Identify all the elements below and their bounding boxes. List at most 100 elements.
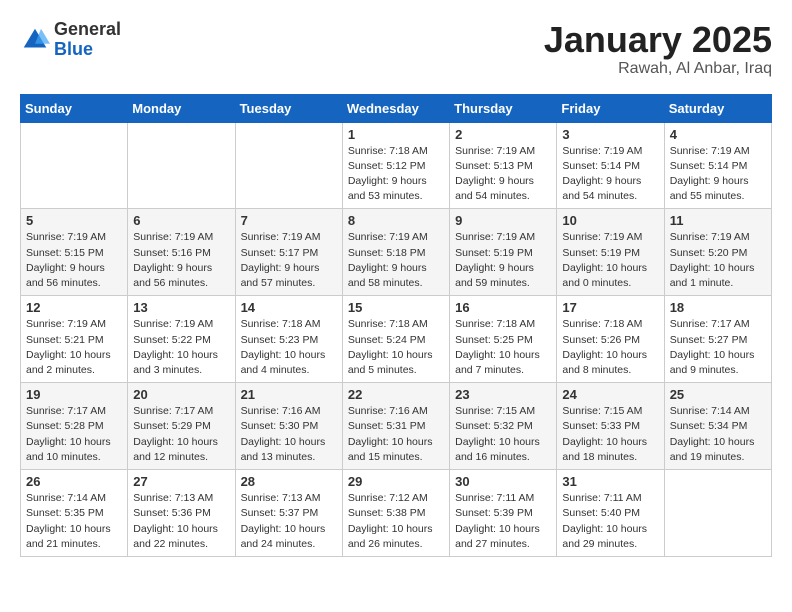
header-thursday: Thursday [450, 94, 557, 122]
calendar-cell: 25 Sunrise: 7:14 AM Sunset: 5:34 PM Dayli… [664, 383, 771, 470]
day-number: 23 [455, 387, 551, 402]
calendar-cell [21, 122, 128, 209]
calendar-cell: 31 Sunrise: 7:11 AM Sunset: 5:40 PM Dayli… [557, 470, 664, 557]
day-detail: Sunrise: 7:19 AM Sunset: 5:17 PM Dayligh… [241, 230, 337, 291]
day-detail: Sunrise: 7:18 AM Sunset: 5:25 PM Dayligh… [455, 317, 551, 378]
day-detail: Sunrise: 7:19 AM Sunset: 5:20 PM Dayligh… [670, 230, 766, 291]
day-detail: Sunrise: 7:19 AM Sunset: 5:15 PM Dayligh… [26, 230, 122, 291]
calendar-cell: 26 Sunrise: 7:14 AM Sunset: 5:35 PM Dayli… [21, 470, 128, 557]
day-detail: Sunrise: 7:11 AM Sunset: 5:40 PM Dayligh… [562, 491, 658, 552]
day-number: 12 [26, 300, 122, 315]
day-number: 24 [562, 387, 658, 402]
header-wednesday: Wednesday [342, 94, 449, 122]
calendar-cell: 4 Sunrise: 7:19 AM Sunset: 5:14 PM Daylig… [664, 122, 771, 209]
day-detail: Sunrise: 7:15 AM Sunset: 5:32 PM Dayligh… [455, 404, 551, 465]
day-number: 16 [455, 300, 551, 315]
calendar-cell: 6 Sunrise: 7:19 AM Sunset: 5:16 PM Daylig… [128, 209, 235, 296]
day-detail: Sunrise: 7:16 AM Sunset: 5:31 PM Dayligh… [348, 404, 444, 465]
calendar-cell: 22 Sunrise: 7:16 AM Sunset: 5:31 PM Dayli… [342, 383, 449, 470]
day-detail: Sunrise: 7:16 AM Sunset: 5:30 PM Dayligh… [241, 404, 337, 465]
calendar-week-1: 1 Sunrise: 7:18 AM Sunset: 5:12 PM Daylig… [21, 122, 772, 209]
calendar-cell: 12 Sunrise: 7:19 AM Sunset: 5:21 PM Dayli… [21, 296, 128, 383]
day-detail: Sunrise: 7:18 AM Sunset: 5:26 PM Dayligh… [562, 317, 658, 378]
calendar-cell: 18Sunrise: 7:17 AM Sunset: 5:27 PM Dayli… [664, 296, 771, 383]
calendar-cell: 1 Sunrise: 7:18 AM Sunset: 5:12 PM Daylig… [342, 122, 449, 209]
day-detail: Sunrise: 7:17 AM Sunset: 5:29 PM Dayligh… [133, 404, 229, 465]
day-number: 20 [133, 387, 229, 402]
day-number: 15 [348, 300, 444, 315]
day-number: 22 [348, 387, 444, 402]
day-detail: Sunrise: 7:19 AM Sunset: 5:19 PM Dayligh… [455, 230, 551, 291]
day-number: 13 [133, 300, 229, 315]
header-friday: Friday [557, 94, 664, 122]
calendar-title: January 2025 [544, 20, 772, 60]
day-number: 5 [26, 213, 122, 228]
calendar-cell [128, 122, 235, 209]
day-number: 27 [133, 474, 229, 489]
day-number: 6 [133, 213, 229, 228]
day-detail: Sunrise: 7:15 AM Sunset: 5:33 PM Dayligh… [562, 404, 658, 465]
calendar-cell: 19Sunrise: 7:17 AM Sunset: 5:28 PM Dayli… [21, 383, 128, 470]
calendar-cell: 2 Sunrise: 7:19 AM Sunset: 5:13 PM Daylig… [450, 122, 557, 209]
calendar-cell: 11 Sunrise: 7:19 AM Sunset: 5:20 PM Dayli… [664, 209, 771, 296]
calendar-cell: 17 Sunrise: 7:18 AM Sunset: 5:26 PM Dayli… [557, 296, 664, 383]
calendar-subtitle: Rawah, Al Anbar, Iraq [544, 60, 772, 78]
day-number: 30 [455, 474, 551, 489]
day-number: 31 [562, 474, 658, 489]
day-detail: Sunrise: 7:18 AM Sunset: 5:24 PM Dayligh… [348, 317, 444, 378]
day-number: 10 [562, 213, 658, 228]
day-detail: Sunrise: 7:19 AM Sunset: 5:14 PM Dayligh… [670, 144, 766, 205]
calendar-week-5: 26 Sunrise: 7:14 AM Sunset: 5:35 PM Dayli… [21, 470, 772, 557]
day-number: 28 [241, 474, 337, 489]
calendar-cell: 7 Sunrise: 7:19 AM Sunset: 5:17 PM Daylig… [235, 209, 342, 296]
calendar-cell: 29 Sunrise: 7:12 AM Sunset: 5:38 PM Dayli… [342, 470, 449, 557]
day-number: 25 [670, 387, 766, 402]
day-detail: Sunrise: 7:19 AM Sunset: 5:13 PM Dayligh… [455, 144, 551, 205]
day-detail: Sunrise: 7:14 AM Sunset: 5:34 PM Dayligh… [670, 404, 766, 465]
logo-icon [20, 25, 50, 55]
calendar-cell: 15 Sunrise: 7:18 AM Sunset: 5:24 PM Dayli… [342, 296, 449, 383]
day-detail: Sunrise: 7:13 AM Sunset: 5:37 PM Dayligh… [241, 491, 337, 552]
calendar-cell: 16 Sunrise: 7:18 AM Sunset: 5:25 PM Dayli… [450, 296, 557, 383]
calendar-table: SundayMondayTuesdayWednesdayThursdayFrid… [20, 94, 772, 557]
day-number: 7 [241, 213, 337, 228]
calendar-cell: 10Sunrise: 7:19 AM Sunset: 5:19 PM Dayli… [557, 209, 664, 296]
day-detail: Sunrise: 7:17 AM Sunset: 5:28 PM Dayligh… [26, 404, 122, 465]
day-number: 21 [241, 387, 337, 402]
calendar-week-4: 19Sunrise: 7:17 AM Sunset: 5:28 PM Dayli… [21, 383, 772, 470]
calendar-cell: 8 Sunrise: 7:19 AM Sunset: 5:18 PM Daylig… [342, 209, 449, 296]
calendar-cell: 3Sunrise: 7:19 AM Sunset: 5:14 PM Daylig… [557, 122, 664, 209]
day-number: 1 [348, 127, 444, 142]
day-detail: Sunrise: 7:12 AM Sunset: 5:38 PM Dayligh… [348, 491, 444, 552]
logo-general: General [54, 20, 121, 40]
day-detail: Sunrise: 7:17 AM Sunset: 5:27 PM Dayligh… [670, 317, 766, 378]
calendar-cell: 14 Sunrise: 7:18 AM Sunset: 5:23 PM Dayli… [235, 296, 342, 383]
calendar-cell: 23 Sunrise: 7:15 AM Sunset: 5:32 PM Dayli… [450, 383, 557, 470]
day-number: 8 [348, 213, 444, 228]
day-detail: Sunrise: 7:13 AM Sunset: 5:36 PM Dayligh… [133, 491, 229, 552]
logo-blue: Blue [54, 40, 121, 60]
calendar-header-row: SundayMondayTuesdayWednesdayThursdayFrid… [21, 94, 772, 122]
logo: General Blue [20, 20, 121, 60]
day-number: 4 [670, 127, 766, 142]
day-number: 14 [241, 300, 337, 315]
day-detail: Sunrise: 7:14 AM Sunset: 5:35 PM Dayligh… [26, 491, 122, 552]
day-number: 17 [562, 300, 658, 315]
day-detail: Sunrise: 7:19 AM Sunset: 5:18 PM Dayligh… [348, 230, 444, 291]
day-number: 11 [670, 213, 766, 228]
day-detail: Sunrise: 7:18 AM Sunset: 5:12 PM Dayligh… [348, 144, 444, 205]
day-number: 26 [26, 474, 122, 489]
day-detail: Sunrise: 7:18 AM Sunset: 5:23 PM Dayligh… [241, 317, 337, 378]
calendar-cell: 20 Sunrise: 7:17 AM Sunset: 5:29 PM Dayli… [128, 383, 235, 470]
header-saturday: Saturday [664, 94, 771, 122]
day-number: 2 [455, 127, 551, 142]
page-header: General Blue January 2025 Rawah, Al Anba… [20, 20, 772, 78]
calendar-cell: 28 Sunrise: 7:13 AM Sunset: 5:37 PM Dayli… [235, 470, 342, 557]
day-number: 29 [348, 474, 444, 489]
calendar-cell: 13Sunrise: 7:19 AM Sunset: 5:22 PM Dayli… [128, 296, 235, 383]
day-detail: Sunrise: 7:19 AM Sunset: 5:16 PM Dayligh… [133, 230, 229, 291]
calendar-cell: 24 Sunrise: 7:15 AM Sunset: 5:33 PM Dayli… [557, 383, 664, 470]
header-sunday: Sunday [21, 94, 128, 122]
day-detail: Sunrise: 7:19 AM Sunset: 5:21 PM Dayligh… [26, 317, 122, 378]
calendar-cell: 27 Sunrise: 7:13 AM Sunset: 5:36 PM Dayli… [128, 470, 235, 557]
